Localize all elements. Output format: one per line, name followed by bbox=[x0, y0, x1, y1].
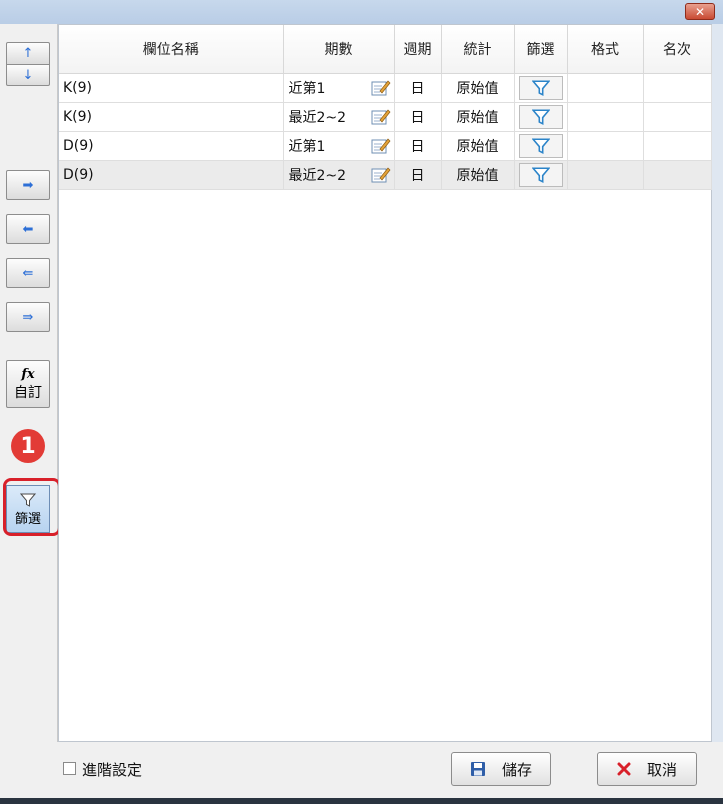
column-header[interactable]: 名次 bbox=[643, 25, 712, 74]
highlight-ring bbox=[3, 478, 61, 536]
add-field-button[interactable]: ➡ bbox=[6, 170, 50, 200]
period-value: 近第1 bbox=[288, 139, 326, 155]
filter-cell[interactable] bbox=[514, 73, 568, 103]
cycle-cell[interactable]: 日 bbox=[394, 73, 442, 103]
cycle-cell[interactable]: 日 bbox=[394, 160, 442, 190]
close-icon: ✕ bbox=[694, 4, 706, 19]
format-cell[interactable] bbox=[567, 160, 644, 190]
field-name-cell[interactable]: K(9) bbox=[59, 102, 284, 132]
edit-icon[interactable] bbox=[370, 165, 392, 185]
rank-cell[interactable] bbox=[643, 102, 712, 132]
double-arrow-left-icon: ⇚ bbox=[22, 265, 34, 281]
filter-cell[interactable] bbox=[514, 102, 568, 132]
column-header[interactable]: 統計 bbox=[441, 25, 515, 74]
filter-cell-button[interactable] bbox=[518, 133, 563, 158]
rank-cell[interactable] bbox=[643, 131, 712, 161]
table-row[interactable]: D(9) 近第1 日 原始值 bbox=[59, 131, 712, 161]
column-header[interactable]: 篩選 bbox=[514, 25, 568, 74]
period-value: 近第1 bbox=[288, 81, 326, 97]
save-label: 儲存 bbox=[501, 760, 532, 779]
floppy-disk-icon bbox=[470, 762, 485, 776]
advanced-settings-checkbox[interactable] bbox=[63, 762, 76, 775]
stat-cell[interactable]: 原始值 bbox=[441, 102, 515, 132]
format-cell[interactable] bbox=[567, 73, 644, 103]
column-header[interactable]: 格式 bbox=[567, 25, 644, 74]
cycle-cell[interactable]: 日 bbox=[394, 102, 442, 132]
double-arrow-right-icon: ⇛ bbox=[22, 309, 34, 325]
table-row[interactable]: K(9) 近第1 日 原始值 bbox=[59, 73, 712, 103]
filter-icon bbox=[531, 108, 550, 125]
filter-cell-button[interactable] bbox=[518, 162, 563, 187]
save-button[interactable]: 儲存 bbox=[451, 752, 551, 786]
advanced-settings-label[interactable]: 進階設定 bbox=[82, 759, 142, 780]
filter-cell-button[interactable] bbox=[518, 104, 563, 129]
period-value: 最近2~2 bbox=[288, 110, 347, 126]
arrow-left-icon: ⬅ bbox=[22, 221, 34, 237]
remove-all-button[interactable]: ⇚ bbox=[6, 258, 50, 288]
cycle-cell[interactable]: 日 bbox=[394, 131, 442, 161]
rank-cell[interactable] bbox=[643, 73, 712, 103]
table-header-row: 欄位名稱 期數 週期 統計 篩選 格式 名次 bbox=[59, 25, 712, 74]
period-value: 最近2~2 bbox=[288, 168, 347, 184]
rank-cell[interactable] bbox=[643, 160, 712, 190]
filter-icon bbox=[531, 137, 550, 154]
arrow-right-icon: ➡ bbox=[22, 177, 34, 193]
stat-cell[interactable]: 原始值 bbox=[441, 73, 515, 103]
filter-icon bbox=[531, 166, 550, 183]
field-name-cell[interactable]: K(9) bbox=[59, 73, 284, 103]
stat-cell[interactable]: 原始值 bbox=[441, 131, 515, 161]
edit-icon[interactable] bbox=[370, 78, 392, 98]
cancel-button[interactable]: 取消 bbox=[597, 752, 697, 786]
fields-table: 欄位名稱 期數 週期 統計 篩選 格式 名次 K(9) 近第1 日 原始值 K(… bbox=[59, 25, 712, 190]
format-cell[interactable] bbox=[567, 102, 644, 132]
move-up-button[interactable]: ↑ bbox=[6, 42, 50, 64]
custom-button[interactable]: fx 自訂 bbox=[6, 360, 50, 408]
custom-label: 自訂 bbox=[14, 384, 42, 401]
move-down-button[interactable]: ↓ bbox=[6, 64, 50, 86]
title-bar: ✕ bbox=[0, 0, 723, 24]
period-cell[interactable]: 最近2~2 bbox=[283, 160, 395, 190]
column-header[interactable]: 期數 bbox=[283, 25, 395, 74]
period-cell[interactable]: 最近2~2 bbox=[283, 102, 395, 132]
remove-field-button[interactable]: ⬅ bbox=[6, 214, 50, 244]
column-header[interactable]: 週期 bbox=[394, 25, 442, 74]
format-cell[interactable] bbox=[567, 131, 644, 161]
x-icon bbox=[617, 762, 631, 776]
edit-icon[interactable] bbox=[370, 136, 392, 156]
filter-cell[interactable] bbox=[514, 131, 568, 161]
filter-cell-button[interactable] bbox=[518, 75, 563, 100]
close-button[interactable]: ✕ bbox=[685, 3, 715, 20]
period-cell[interactable]: 近第1 bbox=[283, 73, 395, 103]
window-bottom-edge bbox=[0, 798, 723, 804]
table-row-selected[interactable]: D(9) 最近2~2 日 原始值 bbox=[59, 160, 712, 190]
table-row[interactable]: K(9) 最近2~2 日 原始值 bbox=[59, 102, 712, 132]
arrow-down-icon: ↓ bbox=[22, 67, 34, 83]
fields-grid: 欄位名稱 期數 週期 統計 篩選 格式 名次 K(9) 近第1 日 原始值 K(… bbox=[58, 24, 712, 742]
field-name-cell[interactable]: D(9) bbox=[59, 160, 284, 190]
filter-cell[interactable] bbox=[514, 160, 568, 190]
fx-icon: fx bbox=[21, 366, 35, 382]
column-header[interactable]: 欄位名稱 bbox=[59, 25, 284, 74]
filter-icon bbox=[531, 79, 550, 96]
period-cell[interactable]: 近第1 bbox=[283, 131, 395, 161]
edit-icon[interactable] bbox=[370, 107, 392, 127]
field-name-cell[interactable]: D(9) bbox=[59, 131, 284, 161]
arrow-up-icon: ↑ bbox=[22, 46, 34, 61]
step-callout: 1 bbox=[11, 429, 45, 463]
add-all-button[interactable]: ⇛ bbox=[6, 302, 50, 332]
cancel-label: 取消 bbox=[646, 760, 677, 779]
stat-cell[interactable]: 原始值 bbox=[441, 160, 515, 190]
